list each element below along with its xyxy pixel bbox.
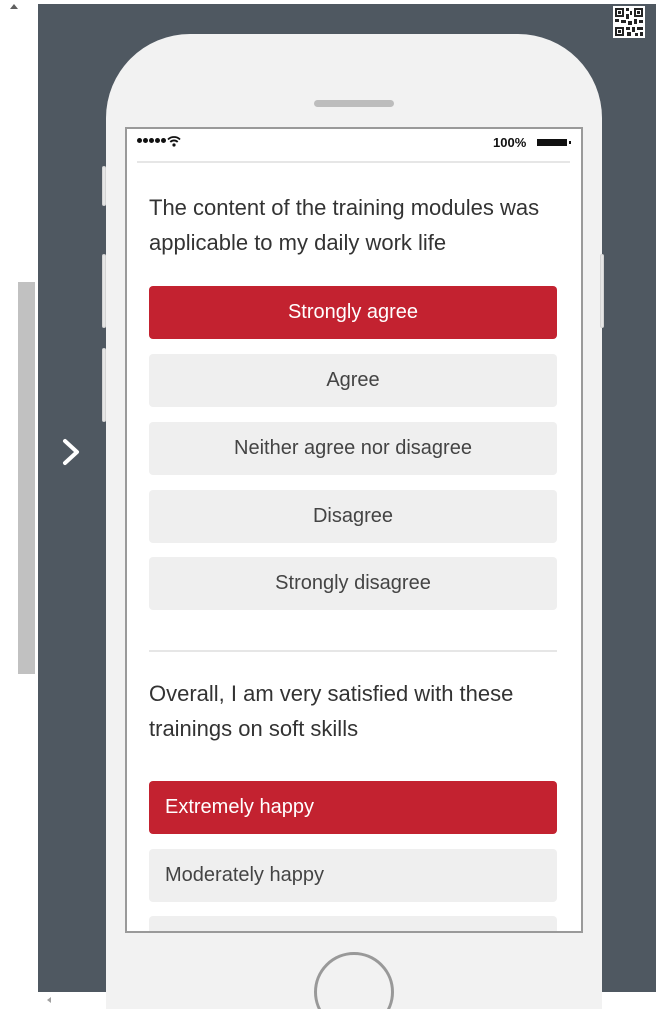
volume-up-button — [102, 254, 106, 328]
status-divider — [137, 161, 570, 163]
volume-down-button — [102, 348, 106, 422]
status-bar: 100% — [127, 129, 581, 159]
qr-code-icon[interactable] — [613, 6, 645, 38]
scroll-left-arrow-icon[interactable] — [47, 997, 51, 1003]
phone-speaker — [314, 100, 394, 107]
battery-percentage: 100% — [493, 135, 527, 150]
power-button — [600, 254, 604, 328]
q1-option-disagree[interactable]: Disagree — [149, 490, 557, 543]
chevron-right-icon[interactable] — [56, 432, 86, 472]
q1-option-strongly-agree[interactable]: Strongly agree — [149, 286, 557, 339]
wifi-icon — [167, 136, 181, 147]
scroll-up-arrow-icon[interactable] — [10, 4, 18, 9]
scrollbar-thumb[interactable] — [18, 282, 35, 674]
q1-option-strongly-disagree[interactable]: Strongly disagree — [149, 557, 557, 610]
section-divider — [149, 650, 557, 652]
q2-option-extremely-happy[interactable]: Extremely happy — [149, 781, 557, 834]
q2-option-partial[interactable] — [149, 916, 557, 931]
phone-frame: 100% The content of the training modules… — [102, 34, 604, 1009]
q2-option-moderately-happy[interactable]: Moderately happy — [149, 849, 557, 902]
battery-icon — [537, 139, 571, 146]
question-1-text: The content of the training modules was … — [149, 195, 540, 255]
signal-icon — [137, 138, 166, 143]
q1-option-agree[interactable]: Agree — [149, 354, 557, 407]
preview-stage: 100% The content of the training modules… — [38, 4, 656, 1009]
mute-switch — [102, 166, 106, 206]
question-2-text: Overall, I am very satisfied with these … — [149, 681, 514, 741]
home-button — [314, 952, 394, 1009]
vertical-scrollbar[interactable] — [0, 0, 38, 999]
phone-screen: 100% The content of the training modules… — [125, 127, 583, 933]
q1-option-neither[interactable]: Neither agree nor disagree — [149, 422, 557, 475]
